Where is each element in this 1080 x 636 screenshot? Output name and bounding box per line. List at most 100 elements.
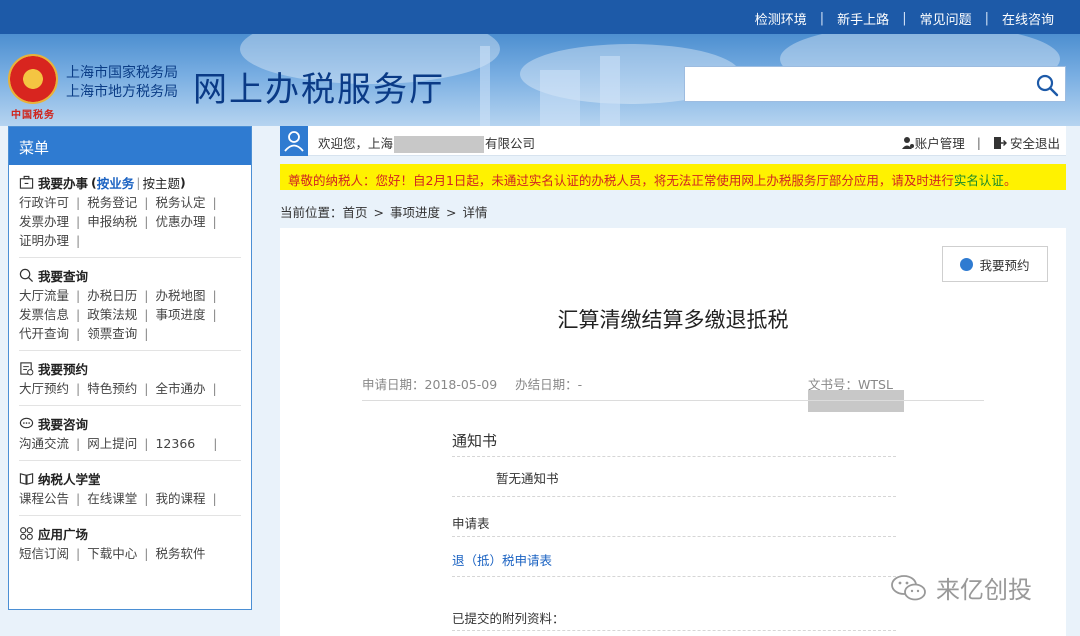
apply-date-label: 申请日期： xyxy=(362,377,425,392)
divider xyxy=(452,576,896,577)
wechat-icon xyxy=(891,574,926,600)
sidebar-item-tax-registration[interactable]: 税务登记 xyxy=(87,195,137,210)
sidebar-item-hall-traffic[interactable]: 大厅流量 xyxy=(19,288,69,303)
no-notice-text: 暂无通知书 xyxy=(496,471,559,486)
divider xyxy=(362,400,984,401)
sidebar-item-invoice-info[interactable]: 发票信息 xyxy=(19,307,69,322)
logout-link[interactable]: 安全退出 xyxy=(993,133,1060,152)
mode-by-business[interactable]: 按业务 xyxy=(97,173,135,192)
sidebar-item-receive-invoice[interactable]: 领票查询 xyxy=(87,326,137,341)
section-title-text: 我要办事 xyxy=(38,175,89,191)
sidebar-item-policy[interactable]: 政策法规 xyxy=(87,307,137,322)
mode-by-topic[interactable]: 按主题 xyxy=(142,173,180,192)
breadcrumb-home[interactable]: 首页 xyxy=(343,205,368,220)
watermark: 来亿创投 xyxy=(890,570,1032,605)
menu-header: 菜单 xyxy=(9,127,251,165)
separator: | xyxy=(76,381,81,396)
sidebar-item-proxy-invoice[interactable]: 代开查询 xyxy=(19,326,69,341)
sidebar-item-admin-license[interactable]: 行政许可 xyxy=(19,195,69,210)
link-beginner-guide[interactable]: 新手上路 xyxy=(837,9,889,28)
compass-icon xyxy=(960,257,974,271)
link-check-environment[interactable]: 检测环境 xyxy=(755,9,807,28)
sidebar-item-certificate[interactable]: 证明办理 xyxy=(19,233,69,248)
welcome-message: 欢迎您，上海 有限公司 xyxy=(318,133,535,153)
sidebar-item-progress[interactable]: 事项进度 xyxy=(155,307,205,322)
link-faq[interactable]: 常见问题 xyxy=(920,9,972,28)
refund-application-link[interactable]: 退（抵）税申请表 xyxy=(452,550,552,569)
header-tower xyxy=(540,70,580,126)
link-online-consult[interactable]: 在线咨询 xyxy=(1002,9,1054,28)
bureau-name-national: 上海市国家税务局 xyxy=(66,65,178,81)
sidebar-item-12366[interactable]: 12366 xyxy=(155,436,195,451)
header-tower xyxy=(480,46,490,126)
separator: | xyxy=(76,288,81,303)
attachments-section-title: 已提交的附列资料： xyxy=(452,611,565,626)
book-appointment-button[interactable]: 我要预约 xyxy=(942,246,1048,282)
site-title: 网上办税服务厅 xyxy=(193,70,445,110)
section-title-text: 我要预约 xyxy=(38,361,89,377)
notice-text: 尊敬的纳税人：您好！自2月1日起，未通过实名认证的办税人员，将无法正常使用网上办… xyxy=(288,173,954,188)
section-consult-links: 沟通交流 | 网上提问 | 12366 | xyxy=(19,434,241,453)
section-business-title: 我要办事 ( 按业务 | 按主题 ) xyxy=(19,171,241,193)
sidebar-item-tax-certification[interactable]: 税务认定 xyxy=(155,195,205,210)
redacted-company-name xyxy=(394,136,485,153)
sidebar-item-special-booking[interactable]: 特色预约 xyxy=(87,381,137,396)
calendar-icon xyxy=(20,361,34,375)
section-business-links: 行政许可 | 税务登记 | 税务认定 | 发票办理 | 申报纳税 | 优惠办理 | 证明办理 | xyxy=(19,193,241,250)
realname-notice-banner: 尊敬的纳税人：您好！自2月1日起，未通过实名认证的办税人员，将无法正常使用网上办… xyxy=(280,164,1066,190)
separator: | xyxy=(212,381,217,396)
sidebar-item-communication[interactable]: 沟通交流 xyxy=(19,436,69,451)
sidebar-item-my-courses[interactable]: 我的课程 xyxy=(155,491,205,506)
separator: | xyxy=(902,11,907,26)
sidebar-item-online-class[interactable]: 在线课堂 xyxy=(87,491,137,506)
section-query-links: 大厅流量 | 办税日历 | 办税地图 | 发票信息 | 政策法规 | 事项进度 | 代开查询 | 领票查… xyxy=(19,286,241,343)
sidebar-item-download-center[interactable]: 下载中心 xyxy=(87,546,137,561)
sidebar-item-city-wide[interactable]: 全市通办 xyxy=(155,381,205,396)
section-query-title: 我要查询 xyxy=(19,264,241,286)
sidebar-item-tax-map[interactable]: 办税地图 xyxy=(155,288,205,303)
separator: | xyxy=(144,214,149,229)
sidebar-menu: 菜单 我要办事 ( 按业务 | 按主题 ) 行政许可 | 税务登记 | 税务认定 | 发票… xyxy=(8,126,252,610)
search-input[interactable] xyxy=(685,67,1015,101)
account-management-link[interactable]: 账户管理 xyxy=(901,133,965,152)
search-box xyxy=(684,66,1066,102)
sidebar-item-tax-calendar[interactable]: 办税日历 xyxy=(87,288,137,303)
sidebar-item-hall-booking[interactable]: 大厅预约 xyxy=(19,381,69,396)
section-business: 我要办事 ( 按业务 | 按主题 ) 行政许可 | 税务登记 | 税务认定 | 发票办理 |… xyxy=(19,165,241,258)
account-actions: 账户管理 | 安全退出 xyxy=(901,133,1060,152)
separator: | xyxy=(819,11,825,26)
redacted-doc-number xyxy=(808,390,904,412)
breadcrumb-progress[interactable]: 事项进度 xyxy=(390,205,440,220)
section-school-title: 纳税人学堂 xyxy=(19,467,241,489)
apply-date-value: 2018-05-09 xyxy=(424,377,498,392)
notice-end: 。 xyxy=(1003,173,1017,188)
divider xyxy=(452,456,896,457)
watermark-text: 来亿创投 xyxy=(936,576,1032,604)
separator: | xyxy=(76,326,81,341)
separator: | xyxy=(76,195,81,210)
bureau-names: 上海市国家税务局 上海市地方税务局 xyxy=(66,64,178,102)
section-booking-links: 大厅预约 | 特色预约 | 全市通办 | xyxy=(19,379,241,398)
separator: | xyxy=(144,491,149,506)
sidebar-item-tax-software[interactable]: 税务软件 xyxy=(155,546,205,561)
section-apps-title: 应用广场 xyxy=(19,522,241,544)
sidebar-item-course-notice[interactable]: 课程公告 xyxy=(19,491,69,506)
item-meta: 申请日期：2018-05-09 办结日期：- 文书号：WTSL xyxy=(362,374,984,412)
finish-date-label: 办结日期： xyxy=(515,377,578,392)
separator: | xyxy=(984,11,989,26)
realname-auth-link[interactable]: 实名认证 xyxy=(954,173,1004,188)
sidebar-item-invoice[interactable]: 发票办理 xyxy=(19,214,69,229)
top-links: 检测环境 | 新手上路 | 常见问题 | 在线咨询 xyxy=(755,9,1054,28)
sidebar-item-tax-filing[interactable]: 申报纳税 xyxy=(87,214,137,229)
sidebar-item-preferential[interactable]: 优惠办理 xyxy=(155,214,205,229)
national-emblem-icon xyxy=(8,54,58,104)
sidebar-item-sms-subscribe[interactable]: 短信订阅 xyxy=(19,546,69,561)
section-title-text: 应用广场 xyxy=(38,526,89,542)
briefcase-icon xyxy=(19,175,34,189)
chat-icon xyxy=(19,417,34,428)
search-icon[interactable] xyxy=(1035,73,1059,97)
separator: | xyxy=(144,436,149,451)
separator: | xyxy=(144,307,149,322)
sidebar-item-online-question[interactable]: 网上提问 xyxy=(87,436,137,451)
divider xyxy=(452,496,896,497)
